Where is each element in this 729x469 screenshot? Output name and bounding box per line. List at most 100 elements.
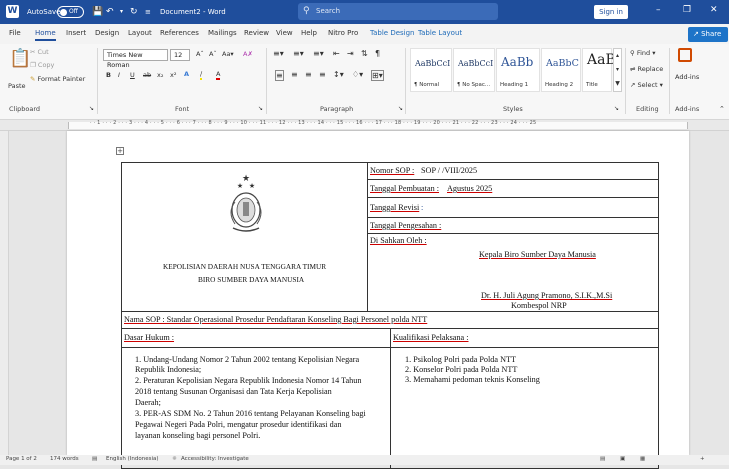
horizontal-ruler[interactable]: · · 1 · · · 2 · · · 3 · · · 4 · · · 5 · … [0,120,729,131]
tab-review[interactable]: Review [244,29,269,37]
superscript-icon[interactable]: x² [170,71,176,79]
italic-icon[interactable]: I [118,71,120,79]
document-page[interactable]: + ★ ★ ★ KEPOLISIAN DAERAH NUSA TENGGARA … [67,131,689,469]
style-sample: AaBbCcI [458,59,494,68]
multilevel-list-icon[interactable]: ≡▾ [313,49,324,58]
text-effects-icon[interactable]: A [184,70,189,78]
format-painter-button[interactable]: ✎ Format Painter [30,75,85,83]
shading-icon[interactable]: ♢▾ [352,70,363,79]
replace-button[interactable]: ⇌ Replace [630,65,663,73]
font-color-icon[interactable]: A [216,70,221,80]
vertical-ruler[interactable] [0,131,9,455]
show-marks-icon[interactable]: ¶ [375,49,380,58]
zoom-in-icon[interactable]: + [700,456,705,462]
tab-file[interactable]: File [9,29,21,37]
close-icon[interactable]: ✕ [710,5,718,15]
line-spacing-icon[interactable]: ↕▾ [333,70,344,79]
style-name: ¶ No Spac... [457,82,491,88]
numbering-icon[interactable]: ≡▾ [293,49,304,58]
legal-basis-item: Republik Indonesia; [135,365,202,374]
add-ins-icon[interactable] [678,48,692,62]
tab-insert[interactable]: Insert [66,29,86,37]
style-title[interactable]: AaB Title [582,48,616,92]
undo-dropdown-icon[interactable]: ▾ [120,5,123,19]
sop-number-label: Nomor SOP : [370,166,415,175]
tab-table-layout[interactable]: Table Layout [418,29,462,37]
font-name-select[interactable]: Times New Roman [103,49,168,69]
tab-references[interactable]: References [160,29,199,37]
org-name-line-2: BIRO SUMBER DAYA MANUSIA [198,275,305,284]
borders-icon[interactable]: ⊞▾ [371,70,384,81]
accessibility-status[interactable]: Accessibility: Investigate [181,456,249,462]
align-right-icon[interactable]: ≡ [305,70,312,79]
paragraph-launcher-icon[interactable]: ↘ [398,105,403,112]
strikethrough-icon[interactable]: ab [143,71,151,79]
qualification-item: 1. Psikolog Polri pada Polda NTT [405,355,516,364]
svg-text:★: ★ [237,182,243,190]
decrease-indent-icon[interactable]: ⇤ [333,49,340,58]
change-case-icon[interactable]: Aa▾ [222,50,234,58]
align-center-icon[interactable]: ≡ [291,70,298,79]
font-launcher-icon[interactable]: ↘ [258,105,263,112]
shrink-font-icon[interactable]: Aˇ [209,50,217,58]
bold-icon[interactable]: B [106,71,111,79]
bullets-icon[interactable]: ≡▾ [273,49,284,58]
clipboard-launcher-icon[interactable]: ↘ [89,105,94,112]
highlight-icon[interactable]: ∕ [200,70,203,80]
paste-icon[interactable]: 📋 [9,48,31,69]
tab-mailings[interactable]: Mailings [208,29,237,37]
row-divider [367,217,659,218]
qualification-item: 2. Konselor Polri pada Polda NTT [405,365,518,374]
add-ins-button[interactable]: Add-ins [675,73,699,81]
find-button[interactable]: ⚲ Find ▾ [630,49,656,57]
clear-formatting-icon[interactable]: A✗ [243,50,253,58]
print-layout-icon[interactable]: ▣ [620,456,625,462]
autosave-toggle[interactable]: Off [57,6,84,18]
share-button[interactable]: ↗ Share [688,27,728,42]
search-box[interactable]: ⚲ Search [298,3,498,20]
page-count[interactable]: Page 1 of 2 [6,456,37,462]
collapse-ribbon-icon[interactable]: ⌃ [719,105,725,113]
customize-toolbar-icon[interactable]: ≡ [145,5,151,19]
style-normal[interactable]: AaBbCcI ¶ Normal [410,48,452,92]
table-move-handle-icon[interactable]: + [116,147,124,155]
save-icon[interactable]: 💾 [92,5,103,19]
restore-icon[interactable]: ❐ [683,5,691,15]
language-status[interactable]: English (Indonesia) [106,456,159,462]
underline-icon[interactable]: U [130,71,135,79]
paste-label[interactable]: Paste [8,82,26,90]
sort-icon[interactable]: ⇅ [361,49,368,58]
legal-basis-item: 2018 tentang Susunan Organisasi dan Tata… [135,387,332,396]
sign-in-button[interactable]: Sign in [594,5,628,19]
tab-table-design[interactable]: Table Design [370,29,415,37]
minimize-icon[interactable]: – [656,5,661,15]
undo-icon[interactable]: ↶ [106,5,114,19]
increase-indent-icon[interactable]: ⇥ [347,49,354,58]
tab-nitro-pro[interactable]: Nitro Pro [328,29,358,37]
styles-scroll-icon[interactable]: ▴ ▾ ▼ [613,48,622,92]
font-size-select[interactable]: 12 [170,49,190,61]
justify-icon[interactable]: ≡ [319,70,326,79]
copy-button[interactable]: ❐ Copy [30,61,54,69]
subscript-icon[interactable]: x₂ [157,71,163,79]
tab-home[interactable]: Home [35,29,56,41]
grow-font-icon[interactable]: Aˆ [196,50,204,58]
tab-layout[interactable]: Layout [128,29,152,37]
align-left-icon[interactable]: ≡ [275,70,284,81]
cut-button[interactable]: ✂ Cut [30,48,49,56]
tab-help[interactable]: Help [301,29,317,37]
tab-design[interactable]: Design [95,29,119,37]
web-layout-icon[interactable]: ▦ [640,456,645,462]
select-button[interactable]: ↗ Select ▾ [630,81,663,89]
select-label: Select [637,81,658,89]
proofing-icon[interactable]: ▤ [92,456,97,462]
styles-launcher-icon[interactable]: ↘ [614,105,619,112]
style-heading-2[interactable]: AaBbC Heading 2 [541,48,581,92]
style-heading-1[interactable]: AaBb Heading 1 [496,48,540,92]
style-no-spacing[interactable]: AaBbCcI ¶ No Spac... [453,48,495,92]
read-mode-icon[interactable]: ▤ [600,456,605,462]
tab-view[interactable]: View [276,29,293,37]
style-name: Heading 1 [500,82,529,88]
word-count[interactable]: 174 words [50,456,79,462]
redo-icon[interactable]: ↻ [130,5,138,19]
